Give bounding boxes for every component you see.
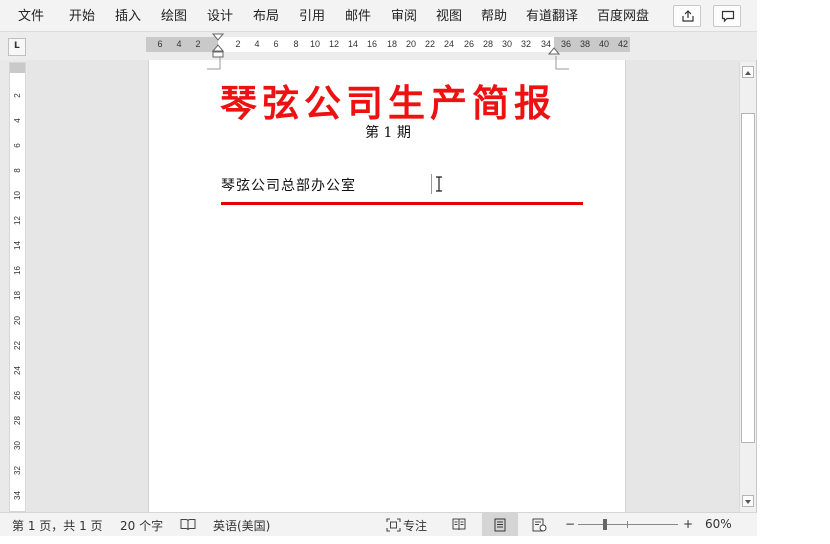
tab-insert[interactable]: 插入 <box>115 8 141 26</box>
ruler-tick: 14 <box>347 39 359 49</box>
ruler-tick: 8 <box>13 168 22 173</box>
document-canvas[interactable]: 琴弦公司生产简报 第 1 期 琴弦公司总部办公室 <box>27 56 739 512</box>
ruler-tick: 4 <box>13 118 22 123</box>
ruler-tick: 6 <box>273 39 279 49</box>
right-indent-marker[interactable] <box>548 45 560 55</box>
ruler-tick: 10 <box>309 39 321 49</box>
web-layout-icon[interactable] <box>532 518 547 532</box>
text-cursor-icon <box>436 176 442 192</box>
ruler-tick: 28 <box>13 416 22 425</box>
tab-layout[interactable]: 布局 <box>253 8 279 26</box>
tab-selector[interactable]: L <box>8 38 26 56</box>
issue-number[interactable]: 第 1 期 <box>149 122 627 142</box>
ruler-top-margin <box>10 63 25 73</box>
ruler-tick: 32 <box>13 466 22 475</box>
ruler-tick: 2 <box>195 39 201 49</box>
report-title[interactable]: 琴弦公司生产简报 <box>149 73 627 127</box>
ruler-tick: 12 <box>328 39 340 49</box>
word-window: 文件 开始 插入 绘图 设计 布局 引用 邮件 审阅 视图 帮助 有道翻译 百度… <box>0 0 757 536</box>
ruler-tick: 36 <box>560 39 572 49</box>
ruler-tick: 16 <box>366 39 378 49</box>
tab-references[interactable]: 引用 <box>299 8 325 26</box>
tab-selector-label: L <box>14 41 20 51</box>
read-mode-icon[interactable] <box>452 518 466 531</box>
ruler-tick: 30 <box>501 39 513 49</box>
document-page[interactable]: 琴弦公司生产简报 第 1 期 琴弦公司总部办公室 <box>148 56 627 512</box>
ruler-tick: 28 <box>482 39 494 49</box>
ruler-tick: 32 <box>520 39 532 49</box>
tab-home[interactable]: 开始 <box>69 8 95 26</box>
tab-file[interactable]: 文件 <box>18 8 44 26</box>
ruler-tick: 40 <box>598 39 610 49</box>
ruler-tick: 10 <box>13 191 22 200</box>
page-corner-mark <box>555 56 569 70</box>
tab-design[interactable]: 设计 <box>207 8 233 26</box>
ruler-tick: 38 <box>579 39 591 49</box>
tab-baidu-netdisk[interactable]: 百度网盘 <box>597 8 649 26</box>
department-line[interactable]: 琴弦公司总部办公室 <box>221 175 356 195</box>
ruler-tick: 4 <box>254 39 260 49</box>
ruler-tick: 22 <box>13 341 22 350</box>
page-corner-mark <box>207 56 221 70</box>
ruler-tick: 30 <box>13 441 22 450</box>
horizontal-ruler-row: L 6 4 2 2 4 6 8 10 12 14 16 18 20 22 24 … <box>0 32 757 60</box>
tab-draw[interactable]: 绘图 <box>161 8 187 26</box>
ruler-tick: 20 <box>405 39 417 49</box>
focus-mode-label[interactable]: 专注 <box>403 517 427 534</box>
ruler-tick: 6 <box>13 143 22 148</box>
ruler-tick: 8 <box>293 39 299 49</box>
ruler-tick: 18 <box>386 39 398 49</box>
scrollbar-thumb[interactable] <box>741 113 755 443</box>
vertical-scrollbar[interactable] <box>739 62 756 512</box>
ruler-tick: 2 <box>235 39 241 49</box>
zoom-slider-thumb[interactable] <box>603 519 607 530</box>
tab-youdao-translate[interactable]: 有道翻译 <box>526 8 578 26</box>
book-check-icon[interactable] <box>180 518 196 531</box>
tab-help[interactable]: 帮助 <box>481 8 507 26</box>
zoom-level[interactable]: 60% <box>705 517 732 531</box>
vertical-ruler[interactable]: 2 4 6 8 10 12 14 16 18 20 22 24 26 28 30… <box>9 62 26 512</box>
zoom-out-button[interactable]: − <box>565 517 575 531</box>
zoom-in-button[interactable]: + <box>683 517 693 531</box>
share-button[interactable] <box>673 5 701 27</box>
print-layout-icon <box>494 518 506 532</box>
ribbon-tab-bar: 文件 开始 插入 绘图 设计 布局 引用 邮件 审阅 视图 帮助 有道翻译 百度… <box>0 0 757 32</box>
header-red-rule <box>221 202 583 205</box>
zoom-slider-center-mark <box>627 521 628 528</box>
word-count[interactable]: 20 个字 <box>120 517 163 534</box>
ruler-tick: 34 <box>13 491 22 500</box>
ruler-tick: 26 <box>463 39 475 49</box>
ruler-tick: 12 <box>13 216 22 225</box>
ruler-tick: 24 <box>443 39 455 49</box>
ruler-tick: 2 <box>13 93 22 98</box>
ruler-tick: 22 <box>424 39 436 49</box>
page-count[interactable]: 第 1 页，共 1 页 <box>12 517 103 534</box>
scroll-down-button[interactable] <box>742 495 754 507</box>
ruler-tick: 14 <box>13 241 22 250</box>
ruler-tick: 6 <box>157 39 163 49</box>
horizontal-ruler[interactable]: 6 4 2 2 4 6 8 10 12 14 16 18 20 22 24 26… <box>146 33 630 58</box>
scroll-up-button[interactable] <box>742 66 754 78</box>
ruler-tick: 26 <box>13 391 22 400</box>
tab-mailings[interactable]: 邮件 <box>345 8 371 26</box>
ruler-tick: 24 <box>13 366 22 375</box>
language-indicator[interactable]: 英语(美国) <box>213 517 270 534</box>
status-bar: 第 1 页，共 1 页 20 个字 英语(美国) 专注 − + 60% <box>0 512 757 536</box>
print-layout-view-button[interactable] <box>482 513 518 536</box>
ruler-tick: 18 <box>13 291 22 300</box>
comments-button[interactable] <box>713 5 741 27</box>
ruler-tick: 16 <box>13 266 22 275</box>
tab-view[interactable]: 视图 <box>436 8 462 26</box>
ruler-tick: 42 <box>617 39 629 49</box>
tab-marker-line <box>431 174 432 194</box>
zoom-slider[interactable] <box>578 524 678 525</box>
triangle-up-icon <box>745 71 751 75</box>
triangle-down-icon <box>745 500 751 504</box>
focus-mode-icon[interactable] <box>386 518 401 532</box>
tab-review[interactable]: 审阅 <box>391 8 417 26</box>
ruler-tick: 4 <box>176 39 182 49</box>
ruler-tick: 20 <box>13 316 22 325</box>
